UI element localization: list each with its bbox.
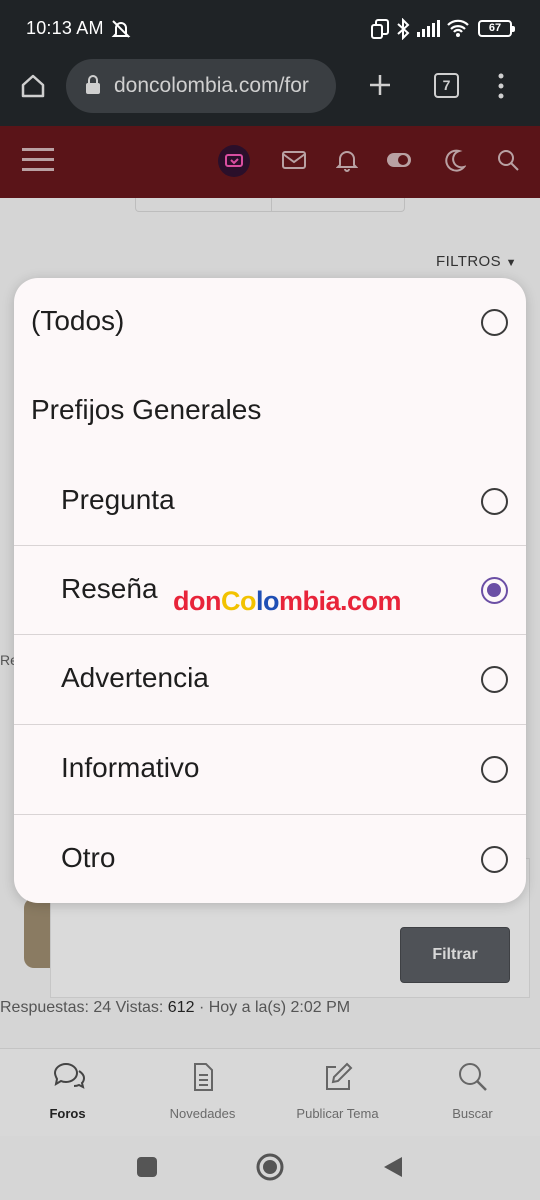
segmented-control[interactable]	[135, 198, 405, 212]
nav-label: Foros	[49, 1106, 86, 1121]
radio-button[interactable]	[481, 488, 508, 515]
option-label: Advertencia	[61, 662, 209, 693]
system-navigation-bar	[0, 1136, 540, 1200]
lock-icon	[85, 75, 101, 100]
screen-mirror-icon	[370, 18, 390, 45]
radio-button-selected[interactable]	[481, 577, 508, 604]
replies-views-label: Respuestas: 24 Vistas:	[0, 999, 168, 1016]
url-text: doncolombia.com/for	[114, 74, 309, 97]
hamburger-menu-icon[interactable]	[22, 146, 54, 179]
document-icon	[193, 1063, 213, 1091]
signal-icon	[416, 20, 440, 43]
nav-item-publicar-tema[interactable]: Publicar Tema	[270, 1049, 405, 1137]
radio-button[interactable]	[481, 666, 508, 693]
filters-toggle[interactable]: FILTROS ▼	[436, 253, 517, 270]
home-icon[interactable]	[19, 72, 47, 105]
more-menu-icon[interactable]	[496, 72, 506, 105]
avatar[interactable]	[217, 144, 251, 183]
recents-button-icon[interactable]	[136, 1156, 158, 1183]
radio-button[interactable]	[481, 309, 508, 336]
bell-icon[interactable]	[335, 148, 359, 177]
option-advertencia[interactable]: Advertencia	[14, 635, 526, 724]
thread-date: · Hoy a la(s) 2:02 PM	[194, 999, 351, 1016]
prefix-select-dialog: (Todos) Prefijos Generales Pregunta Rese…	[14, 278, 526, 903]
option-otro[interactable]: Otro	[14, 815, 526, 903]
nav-label: Buscar	[452, 1106, 493, 1121]
option-label: Reseña	[61, 573, 158, 604]
option-group-header: Prefijos Generales	[14, 367, 526, 456]
option-label: Informativo	[61, 752, 200, 783]
radio-button[interactable]	[481, 756, 508, 783]
mute-alarm-icon	[110, 18, 132, 45]
bluetooth-icon	[396, 17, 410, 45]
nav-item-foros[interactable]: Foros	[0, 1049, 135, 1137]
edit-icon	[325, 1062, 352, 1090]
option-label: Pregunta	[61, 484, 175, 515]
caret-down-icon: ▼	[505, 257, 517, 269]
watermark-logo: donColombia.com	[173, 586, 402, 616]
filters-label: FILTROS	[436, 253, 502, 270]
tab-switcher-button[interactable]: 7	[434, 73, 459, 98]
nav-item-novedades[interactable]: Novedades	[135, 1049, 270, 1137]
forums-icon	[53, 1062, 85, 1089]
radio-button[interactable]	[481, 846, 508, 873]
filter-submit-button[interactable]: Filtrar	[400, 927, 510, 983]
status-time: 10:13 AM	[26, 18, 104, 38]
option-informativo[interactable]: Informativo	[14, 725, 526, 814]
browser-toolbar: doncolombia.com/for 7	[0, 58, 540, 126]
thread-meta: Respuestas: 24 Vistas: 612 · Hoy a la(s)…	[0, 999, 350, 1017]
dark-mode-icon[interactable]	[444, 148, 467, 177]
option-label: Otro	[61, 842, 116, 873]
views-count: 612	[167, 999, 195, 1016]
search-icon[interactable]	[496, 148, 520, 177]
toggle-icon[interactable]	[386, 152, 412, 173]
option-todos[interactable]: (Todos)	[14, 278, 526, 367]
back-button-icon[interactable]	[382, 1155, 404, 1184]
new-tab-icon[interactable]	[367, 72, 393, 103]
battery-indicator: 67	[478, 20, 515, 37]
wifi-icon	[446, 18, 470, 43]
search-icon	[458, 1063, 487, 1091]
nav-label: Publicar Tema	[296, 1106, 379, 1121]
bottom-nav: Foros Novedades Publicar Tema Buscar	[0, 1048, 540, 1136]
site-header	[0, 126, 540, 198]
option-pregunta[interactable]: Pregunta	[14, 457, 526, 546]
url-bar[interactable]: doncolombia.com/for	[66, 59, 336, 113]
nav-label: Novedades	[169, 1106, 236, 1121]
option-label: (Todos)	[31, 305, 125, 336]
mail-icon[interactable]	[282, 150, 306, 175]
status-bar: 10:13 AM 67	[0, 0, 540, 58]
home-button-icon[interactable]	[256, 1153, 284, 1186]
group-label: Prefijos Generales	[31, 394, 262, 425]
nav-item-buscar[interactable]: Buscar	[405, 1049, 540, 1137]
thread-thumbnail[interactable]	[24, 898, 50, 968]
